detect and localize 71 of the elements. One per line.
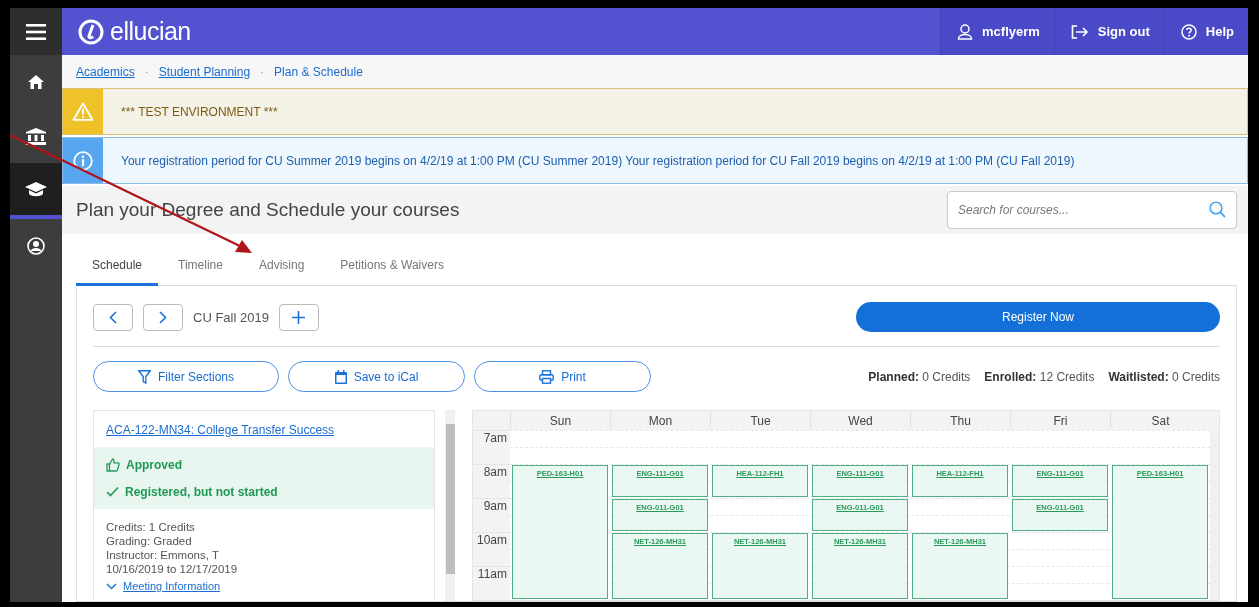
status-label: Approved (126, 457, 182, 472)
scrollbar[interactable] (445, 410, 455, 601)
filter-icon (138, 369, 151, 384)
printer-icon (539, 369, 555, 384)
hour-label: 11am (473, 566, 510, 600)
breadcrumb-separator: · (260, 64, 265, 79)
breadcrumb-link[interactable]: Student Planning (158, 64, 251, 79)
chevron-left-icon (109, 310, 117, 324)
home-icon (27, 74, 45, 90)
plus-icon (292, 310, 306, 324)
tab[interactable]: Advising (242, 248, 321, 286)
course-title-link[interactable]: ACA-122-MN34: College Transfer Success (94, 411, 434, 447)
institution-icon (26, 127, 46, 145)
day-header: Mon (610, 411, 710, 430)
breadcrumb-link[interactable]: Plan & Schedule (274, 64, 363, 79)
meeting-information-link[interactable]: Meeting Information (94, 576, 434, 596)
calendar-icon (334, 369, 347, 384)
hour-label: 9am (473, 498, 510, 532)
day-header: Tue (710, 411, 810, 430)
action-button[interactable]: Print (474, 361, 651, 392)
sidebar-item[interactable] (10, 163, 62, 219)
logo-icon (78, 18, 104, 45)
search-icon (1209, 201, 1226, 218)
credits-summary: Waitlisted: 0 Credits (1108, 369, 1220, 384)
breadcrumb-separator: · (144, 64, 149, 79)
hour-label: 8am (473, 464, 510, 498)
add-term-button[interactable] (278, 303, 319, 331)
header-link[interactable]: Help (1163, 8, 1248, 55)
course-detail: Grading: Graded (106, 534, 193, 548)
course-detail: Credits: 1 Credits (106, 520, 196, 534)
day-header: Fri (1010, 411, 1110, 430)
thumbs-up-icon (106, 457, 120, 472)
register-now-button[interactable]: Register Now (856, 302, 1220, 332)
logo-text: ellucian (110, 17, 191, 46)
chevron-right-icon (159, 310, 167, 324)
breadcrumb-link[interactable]: Academics (76, 64, 135, 79)
profile-icon (27, 237, 45, 255)
day-header: Sat (1110, 411, 1210, 430)
info-icon (73, 150, 93, 171)
help-icon (1180, 23, 1197, 40)
user-icon (957, 23, 973, 40)
page-title: Plan your Degree and Schedule your courses (76, 199, 460, 221)
chevron-down-icon (106, 582, 117, 590)
action-button[interactable]: Filter Sections (93, 361, 279, 392)
status-label: Registered, but not started (125, 484, 278, 499)
term-label: CU Fall 2019 (193, 309, 269, 325)
scrollbar[interactable] (1210, 430, 1219, 600)
alert-text: Your registration period for CU Summer 2019 begins on 4/2/19 at 1:00 PM (CU Summer 2019) Your registration period for CU Fall 2019 begins on 4/2/19 at 1:00 PM (CU Fall 2019) (120, 152, 1075, 170)
hour-label: 10am (473, 532, 510, 566)
credits-summary: Enrolled: 12 Credits (984, 369, 1095, 384)
credits-summary: Planned: 0 Credits (868, 369, 971, 384)
check-icon (106, 486, 119, 497)
menu-button[interactable] (10, 8, 62, 55)
header-link[interactable]: mcflyerm (940, 8, 1054, 55)
course-detail: Instructor: Emmons, T (106, 548, 220, 562)
day-header: Wed (810, 411, 910, 430)
tab[interactable]: Petitions & Waivers (324, 248, 460, 286)
hour-label: 7am (473, 430, 510, 464)
tab[interactable]: Schedule (76, 248, 159, 286)
tab[interactable]: Timeline (162, 248, 239, 286)
search-field[interactable]: Search for courses... (947, 191, 1237, 229)
warning-icon (72, 102, 94, 121)
header-link[interactable]: Sign out (1053, 8, 1164, 55)
menu-icon (26, 23, 46, 40)
sign-out-icon (1070, 24, 1089, 39)
course-detail: 10/16/2019 to 12/17/2019 (106, 562, 239, 576)
day-header: Thu (910, 411, 1010, 430)
day-header: Sun (510, 411, 610, 430)
graduation-cap-icon (25, 181, 47, 197)
action-button[interactable]: Save to iCal (288, 361, 465, 392)
alert-text: *** TEST ENVIRONMENT *** (120, 103, 278, 121)
